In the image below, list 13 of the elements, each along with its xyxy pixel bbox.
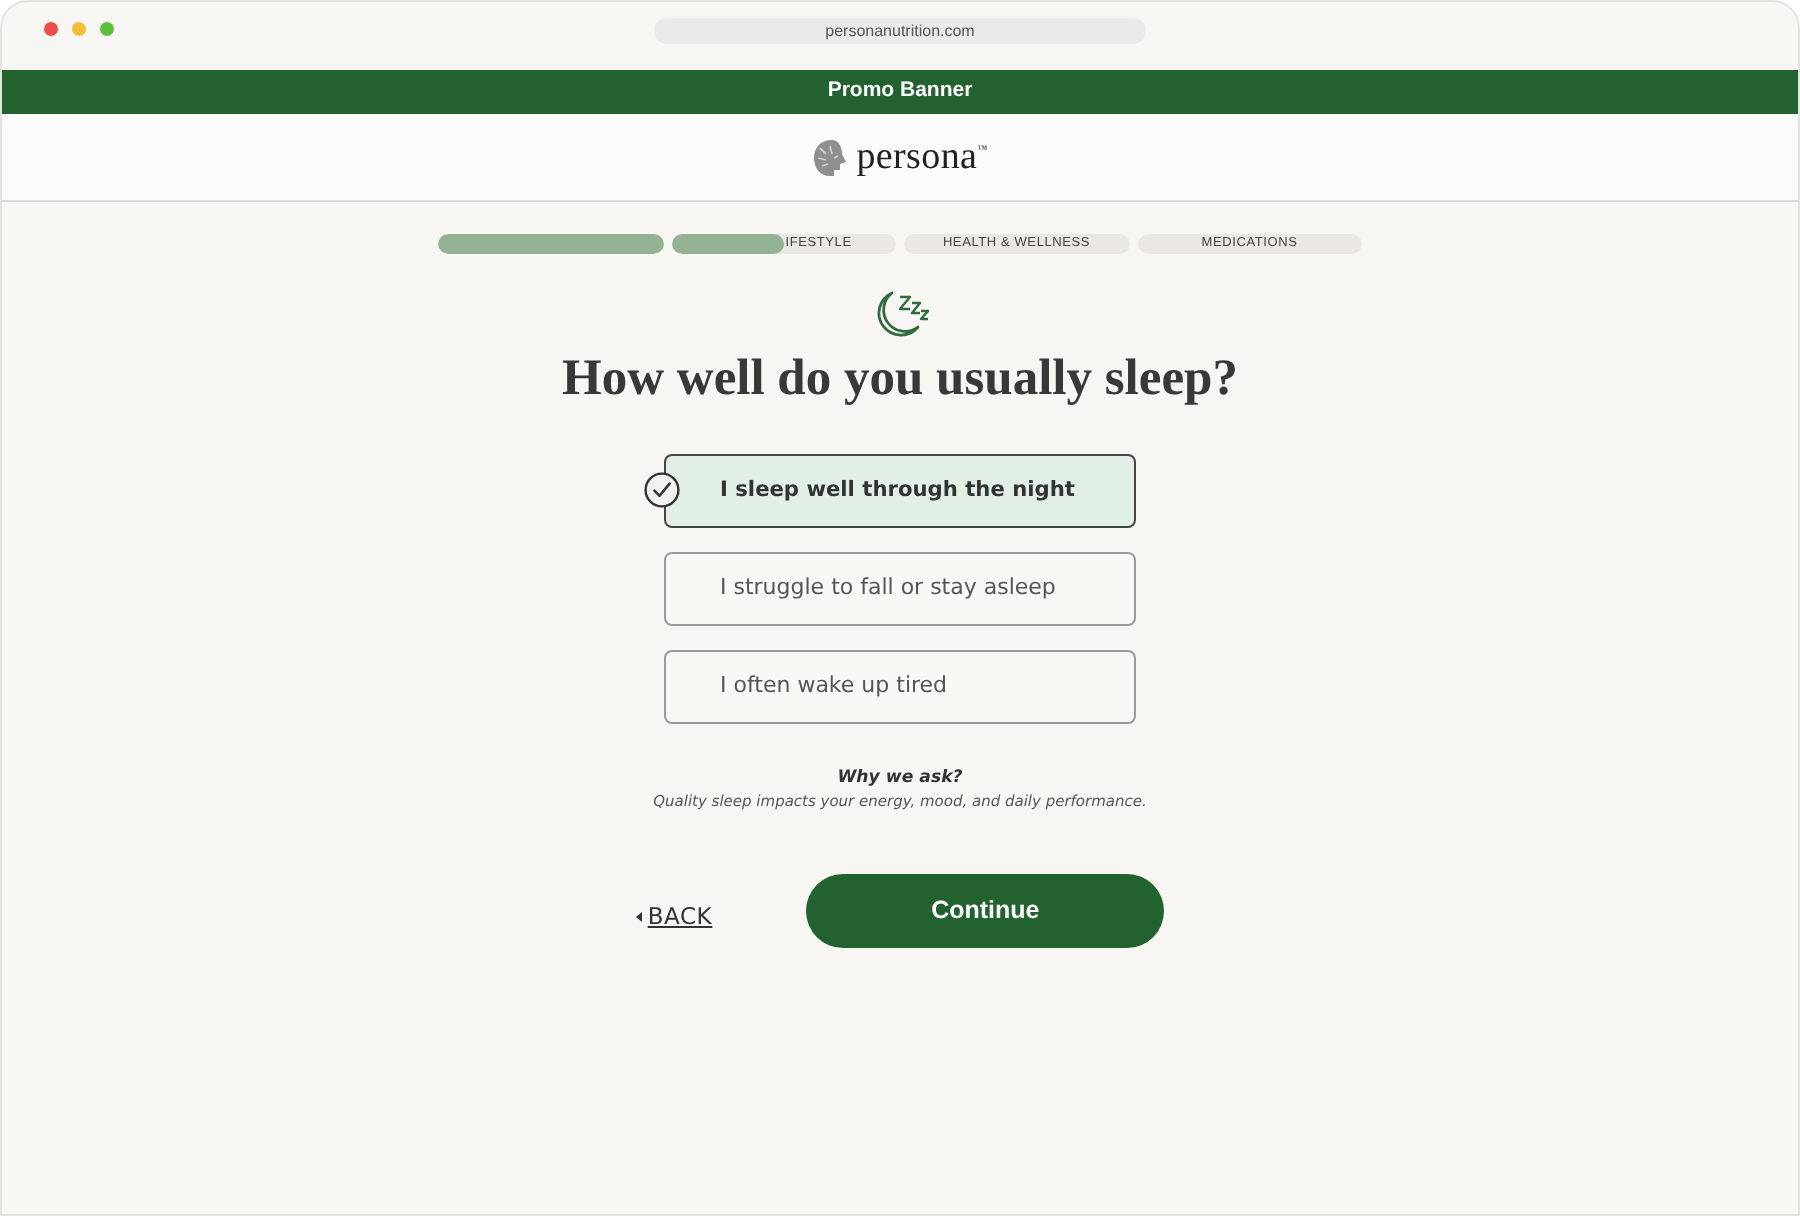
answer-option[interactable]: I sleep well through the night (664, 454, 1136, 528)
logo-text: persona$^{™}$ (856, 138, 988, 176)
why-heading: Why we ask? (837, 766, 963, 790)
answer-option[interactable]: I often wake up tired (664, 650, 1136, 724)
question-heading: How well do you usually sleep? (562, 348, 1238, 408)
caret-icon (635, 912, 642, 922)
back-link[interactable]: BACK (635, 899, 713, 935)
promo-banner: Promo Banner (2, 70, 1798, 114)
address-bar[interactable]: personanutrition.com (654, 18, 1146, 44)
answer-option[interactable]: I struggle to fall or stay asleep (664, 552, 1136, 626)
continue-button[interactable]: Continue (806, 874, 1165, 948)
head-logo-icon (812, 137, 849, 177)
check-icon (644, 472, 680, 508)
